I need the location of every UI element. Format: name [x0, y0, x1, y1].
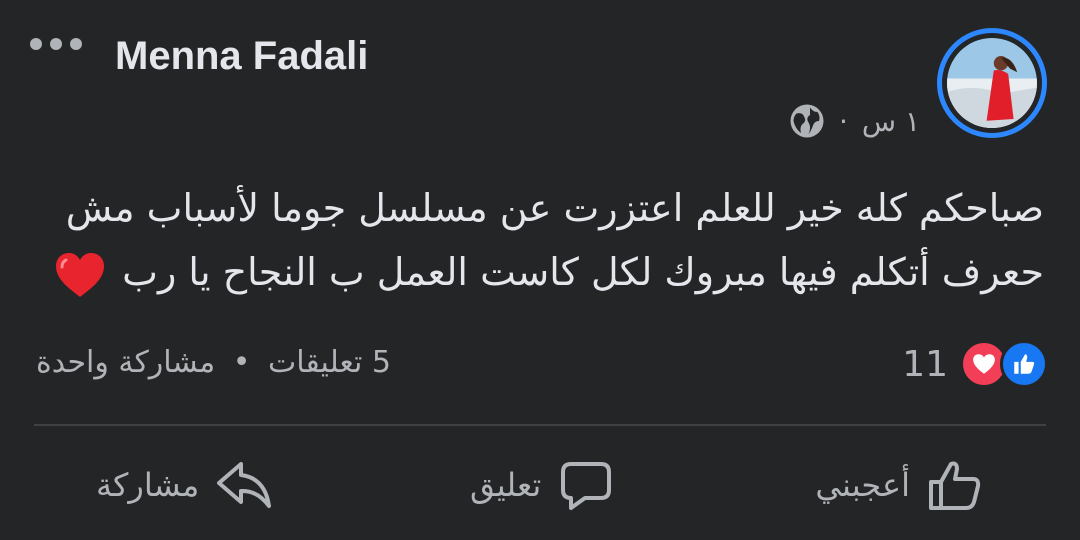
like-reaction-icon — [1000, 340, 1048, 388]
like-label: أعجبني — [815, 466, 910, 504]
share-label: مشاركة — [96, 466, 200, 504]
post-text-line-content: حعرف أتكلم فيها مبروك لكل كاست العمل ب ا… — [122, 250, 1044, 294]
meta-separator: · — [838, 104, 848, 138]
more-options-icon[interactable] — [30, 38, 82, 50]
post-text-line: صباحكم كله خير للعلم اعتزرت عن مسلسل جوم… — [65, 186, 1044, 230]
engagement-stats: 5 تعليقات • مشاركة واحدة — [36, 345, 391, 380]
reaction-count: 11 — [902, 343, 948, 385]
author-avatar[interactable] — [937, 28, 1047, 138]
post-text-line-2: حعرف أتكلم فيها مبروك لكل كاست العمل ب ا… — [44, 240, 1044, 304]
red-heart-emoji-icon — [56, 252, 105, 297]
like-button[interactable]: أعجبني — [815, 455, 984, 515]
comments-count[interactable]: 5 تعليقات — [268, 345, 391, 380]
share-arrow-icon — [217, 462, 272, 508]
avatar-photo — [947, 38, 1037, 128]
post-meta: ١ س · — [789, 103, 920, 139]
share-button[interactable]: مشاركة — [96, 455, 273, 515]
globe-icon — [790, 104, 824, 138]
comment-button[interactable]: تعليق — [470, 455, 615, 515]
reactions-summary[interactable]: 11 — [902, 340, 1048, 388]
post-time[interactable]: ١ س — [862, 105, 920, 138]
comment-label: تعليق — [470, 466, 542, 504]
divider — [34, 424, 1046, 426]
post-text: صباحكم كله خير للعلم اعتزرت عن مسلسل جوم… — [44, 176, 1044, 304]
comment-bubble-icon — [561, 462, 612, 510]
thumbs-up-icon — [929, 461, 981, 510]
shares-count[interactable]: مشاركة واحدة — [36, 345, 215, 380]
stats-separator: • — [232, 345, 251, 380]
post-author-name[interactable]: Menna Fadali — [115, 34, 368, 79]
